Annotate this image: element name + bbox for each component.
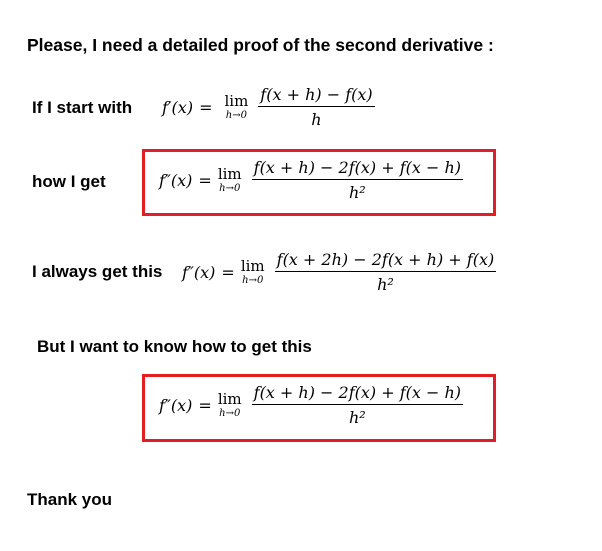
formula-lhs: f″(x) bbox=[159, 395, 193, 415]
limit-word: lim bbox=[224, 91, 249, 110]
fraction-denominator: h² bbox=[348, 183, 366, 202]
line2-label: how I get bbox=[32, 172, 106, 191]
formula-lhs: f′(x) bbox=[162, 97, 194, 117]
line1-label: If I start with bbox=[32, 98, 133, 117]
closing-text: Thank you bbox=[27, 490, 113, 509]
limit-word: lim bbox=[217, 389, 242, 408]
fraction: f(x + h) − 2f(x) + f(x − h) h² bbox=[251, 158, 464, 202]
limit: lim h→0 bbox=[217, 164, 242, 194]
limit-subscript: h→0 bbox=[242, 274, 264, 286]
fraction-numerator: f(x + 2h) − 2f(x + h) + f(x) bbox=[276, 250, 495, 269]
limit: lim h→0 bbox=[240, 256, 265, 286]
line3-label: I always get this bbox=[32, 262, 163, 281]
fraction-denominator: h² bbox=[348, 408, 366, 427]
fraction-numerator: f(x + h) − 2f(x) + f(x − h) bbox=[253, 158, 462, 177]
fraction-denominator: h bbox=[311, 110, 322, 129]
first-derivative-formula: f′(x) = lim h→0 f(x + h) − f(x) h bbox=[162, 85, 375, 129]
formula-equals: = bbox=[221, 262, 235, 282]
obtained-second-derivative-formula: f″(x) = lim h→0 f(x + 2h) − 2f(x + h) + … bbox=[182, 250, 497, 294]
fraction: f(x + h) − f(x) h bbox=[258, 85, 375, 129]
formula-equals: = bbox=[198, 170, 212, 190]
limit-subscript: h→0 bbox=[219, 182, 241, 194]
post-title: Please, I need a detailed proof of the s… bbox=[27, 35, 494, 55]
target-second-derivative-formula: f″(x) = lim h→0 f(x + h) − 2f(x) + f(x −… bbox=[159, 158, 464, 202]
limit-word: lim bbox=[240, 256, 265, 275]
limit-subscript: h→0 bbox=[225, 109, 247, 121]
desired-second-derivative-formula: f″(x) = lim h→0 f(x + h) − 2f(x) + f(x −… bbox=[159, 383, 464, 427]
fraction: f(x + 2h) − 2f(x + h) + f(x) h² bbox=[274, 250, 497, 294]
fraction: f(x + h) − 2f(x) + f(x − h) h² bbox=[251, 383, 464, 427]
fraction-denominator: h² bbox=[377, 275, 394, 294]
formula-equals: = bbox=[199, 97, 213, 117]
formula-equals: = bbox=[198, 395, 212, 415]
limit-word: lim bbox=[217, 164, 242, 183]
formula-lhs: f″(x) bbox=[159, 170, 193, 190]
limit: lim h→0 bbox=[217, 389, 242, 419]
fraction-numerator: f(x + h) − 2f(x) + f(x − h) bbox=[253, 383, 462, 402]
formula-lhs: f″(x) bbox=[182, 262, 216, 282]
limit: lim h→0 bbox=[224, 91, 249, 121]
limit-subscript: h→0 bbox=[219, 407, 241, 419]
fraction-numerator: f(x + h) − f(x) bbox=[260, 85, 373, 104]
line4-label: But I want to know how to get this bbox=[37, 337, 312, 356]
